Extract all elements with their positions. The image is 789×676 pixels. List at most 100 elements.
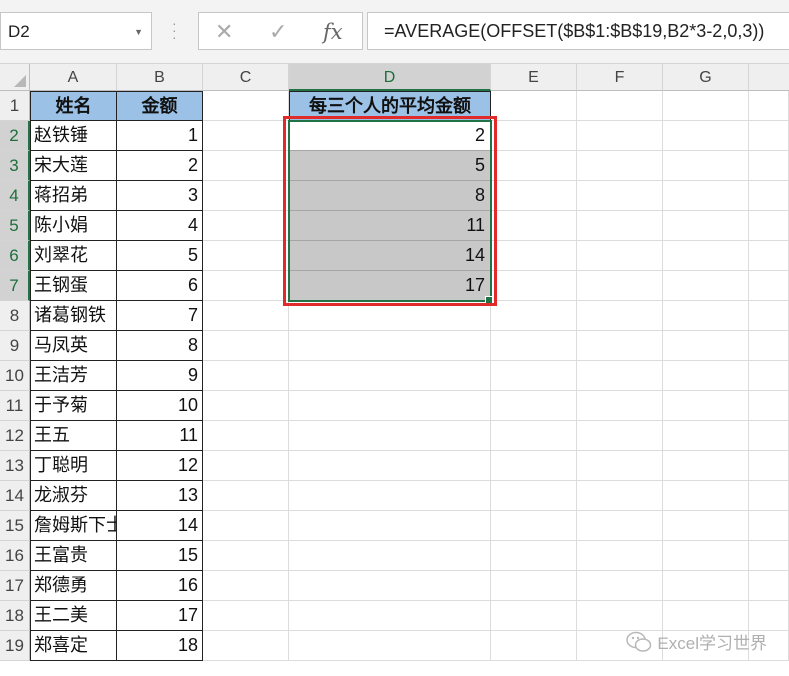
cell-empty[interactable] bbox=[749, 541, 789, 571]
cell-empty[interactable] bbox=[577, 331, 663, 361]
cell-empty[interactable] bbox=[749, 151, 789, 181]
formula-input[interactable]: =AVERAGE(OFFSET($B$1:$B$19,B2*3-2,0,3)) bbox=[367, 12, 789, 50]
cell-empty[interactable] bbox=[203, 331, 289, 361]
cell-empty[interactable] bbox=[491, 421, 577, 451]
amount-cell[interactable]: 10 bbox=[117, 391, 203, 421]
cell-empty[interactable] bbox=[289, 601, 491, 631]
cell-empty[interactable] bbox=[663, 271, 749, 301]
insert-function-icon[interactable]: fx bbox=[323, 20, 343, 44]
cell-empty[interactable] bbox=[491, 361, 577, 391]
cell-empty[interactable] bbox=[289, 391, 491, 421]
cell-empty[interactable] bbox=[577, 541, 663, 571]
cell-empty[interactable] bbox=[289, 361, 491, 391]
cell-empty[interactable] bbox=[289, 451, 491, 481]
row-header-5[interactable]: 5 bbox=[0, 211, 30, 241]
cell-empty[interactable] bbox=[663, 601, 749, 631]
cell-empty[interactable] bbox=[203, 391, 289, 421]
cell-empty[interactable] bbox=[203, 571, 289, 601]
cell-empty[interactable] bbox=[577, 451, 663, 481]
cell-empty[interactable] bbox=[663, 361, 749, 391]
cell-empty[interactable] bbox=[749, 571, 789, 601]
row-header-3[interactable]: 3 bbox=[0, 151, 30, 181]
cell-empty[interactable] bbox=[749, 331, 789, 361]
cell-empty[interactable] bbox=[663, 181, 749, 211]
name-cell[interactable]: 丁聪明 bbox=[30, 451, 117, 481]
cell-empty[interactable] bbox=[749, 601, 789, 631]
row-header-12[interactable]: 12 bbox=[0, 421, 30, 451]
cell-empty[interactable] bbox=[663, 481, 749, 511]
cell-empty[interactable] bbox=[491, 571, 577, 601]
name-cell[interactable]: 王钢蛋 bbox=[30, 271, 117, 301]
amount-cell[interactable]: 11 bbox=[117, 421, 203, 451]
cell-empty[interactable] bbox=[749, 511, 789, 541]
cell-empty[interactable] bbox=[491, 121, 577, 151]
name-cell[interactable]: 詹姆斯下士 bbox=[30, 511, 117, 541]
column-header-f[interactable]: F bbox=[577, 64, 663, 91]
cell-empty[interactable] bbox=[491, 181, 577, 211]
cell-empty[interactable] bbox=[577, 91, 663, 121]
cell-empty[interactable] bbox=[491, 511, 577, 541]
name-box[interactable]: D2 ▼ bbox=[0, 12, 152, 50]
amount-cell[interactable]: 7 bbox=[117, 301, 203, 331]
row-header-10[interactable]: 10 bbox=[0, 361, 30, 391]
cell-empty[interactable] bbox=[491, 601, 577, 631]
column-header-e[interactable]: E bbox=[491, 64, 577, 91]
column-header-b[interactable]: B bbox=[117, 64, 203, 91]
cell-empty[interactable] bbox=[663, 391, 749, 421]
name-cell[interactable]: 王二美 bbox=[30, 601, 117, 631]
row-header-2[interactable]: 2 bbox=[0, 121, 30, 151]
cell-empty[interactable] bbox=[577, 211, 663, 241]
cell-empty[interactable] bbox=[203, 151, 289, 181]
cell-empty[interactable] bbox=[749, 391, 789, 421]
cell-empty[interactable] bbox=[749, 481, 789, 511]
cell-empty[interactable] bbox=[577, 601, 663, 631]
row-header-11[interactable]: 11 bbox=[0, 391, 30, 421]
cancel-icon[interactable]: ✕ bbox=[215, 19, 233, 45]
cell-empty[interactable] bbox=[203, 241, 289, 271]
cell-empty[interactable] bbox=[749, 271, 789, 301]
amount-cell[interactable]: 16 bbox=[117, 571, 203, 601]
cell-empty[interactable] bbox=[577, 181, 663, 211]
cell-empty[interactable] bbox=[203, 301, 289, 331]
cell-empty[interactable] bbox=[577, 571, 663, 601]
row-header-15[interactable]: 15 bbox=[0, 511, 30, 541]
cell-empty[interactable] bbox=[491, 91, 577, 121]
row-header-16[interactable]: 16 bbox=[0, 541, 30, 571]
amount-cell[interactable]: 8 bbox=[117, 331, 203, 361]
cell-empty[interactable] bbox=[491, 151, 577, 181]
name-cell[interactable]: 于予菊 bbox=[30, 391, 117, 421]
row-header-17[interactable]: 17 bbox=[0, 571, 30, 601]
amount-cell[interactable]: 5 bbox=[117, 241, 203, 271]
cell-empty[interactable] bbox=[491, 301, 577, 331]
cell-empty[interactable] bbox=[663, 121, 749, 151]
cell-empty[interactable] bbox=[749, 241, 789, 271]
cell-empty[interactable] bbox=[289, 541, 491, 571]
cell-empty[interactable] bbox=[491, 451, 577, 481]
cell-empty[interactable] bbox=[663, 571, 749, 601]
cell-empty[interactable] bbox=[577, 511, 663, 541]
row-header-9[interactable]: 9 bbox=[0, 331, 30, 361]
name-cell[interactable]: 蒋招弟 bbox=[30, 181, 117, 211]
name-cell[interactable]: 诸葛钢铁 bbox=[30, 301, 117, 331]
cell-empty[interactable] bbox=[203, 91, 289, 121]
cell-empty[interactable] bbox=[203, 421, 289, 451]
name-cell[interactable]: 郑喜定 bbox=[30, 631, 117, 661]
cell-empty[interactable] bbox=[663, 301, 749, 331]
name-cell[interactable]: 王五 bbox=[30, 421, 117, 451]
cell-empty[interactable] bbox=[289, 571, 491, 601]
name-cell[interactable]: 刘翠花 bbox=[30, 241, 117, 271]
cell-empty[interactable] bbox=[203, 271, 289, 301]
row-header-4[interactable]: 4 bbox=[0, 181, 30, 211]
cell-empty[interactable] bbox=[491, 271, 577, 301]
amount-cell[interactable]: 9 bbox=[117, 361, 203, 391]
row-header-13[interactable]: 13 bbox=[0, 451, 30, 481]
name-cell[interactable]: 宋大莲 bbox=[30, 151, 117, 181]
cell-empty[interactable] bbox=[577, 421, 663, 451]
column-header-c[interactable]: C bbox=[203, 64, 289, 91]
row-header-6[interactable]: 6 bbox=[0, 241, 30, 271]
cell-empty[interactable] bbox=[203, 181, 289, 211]
cell-empty[interactable] bbox=[491, 481, 577, 511]
cell-empty[interactable] bbox=[749, 421, 789, 451]
amount-cell[interactable]: 17 bbox=[117, 601, 203, 631]
cell-empty[interactable] bbox=[663, 511, 749, 541]
